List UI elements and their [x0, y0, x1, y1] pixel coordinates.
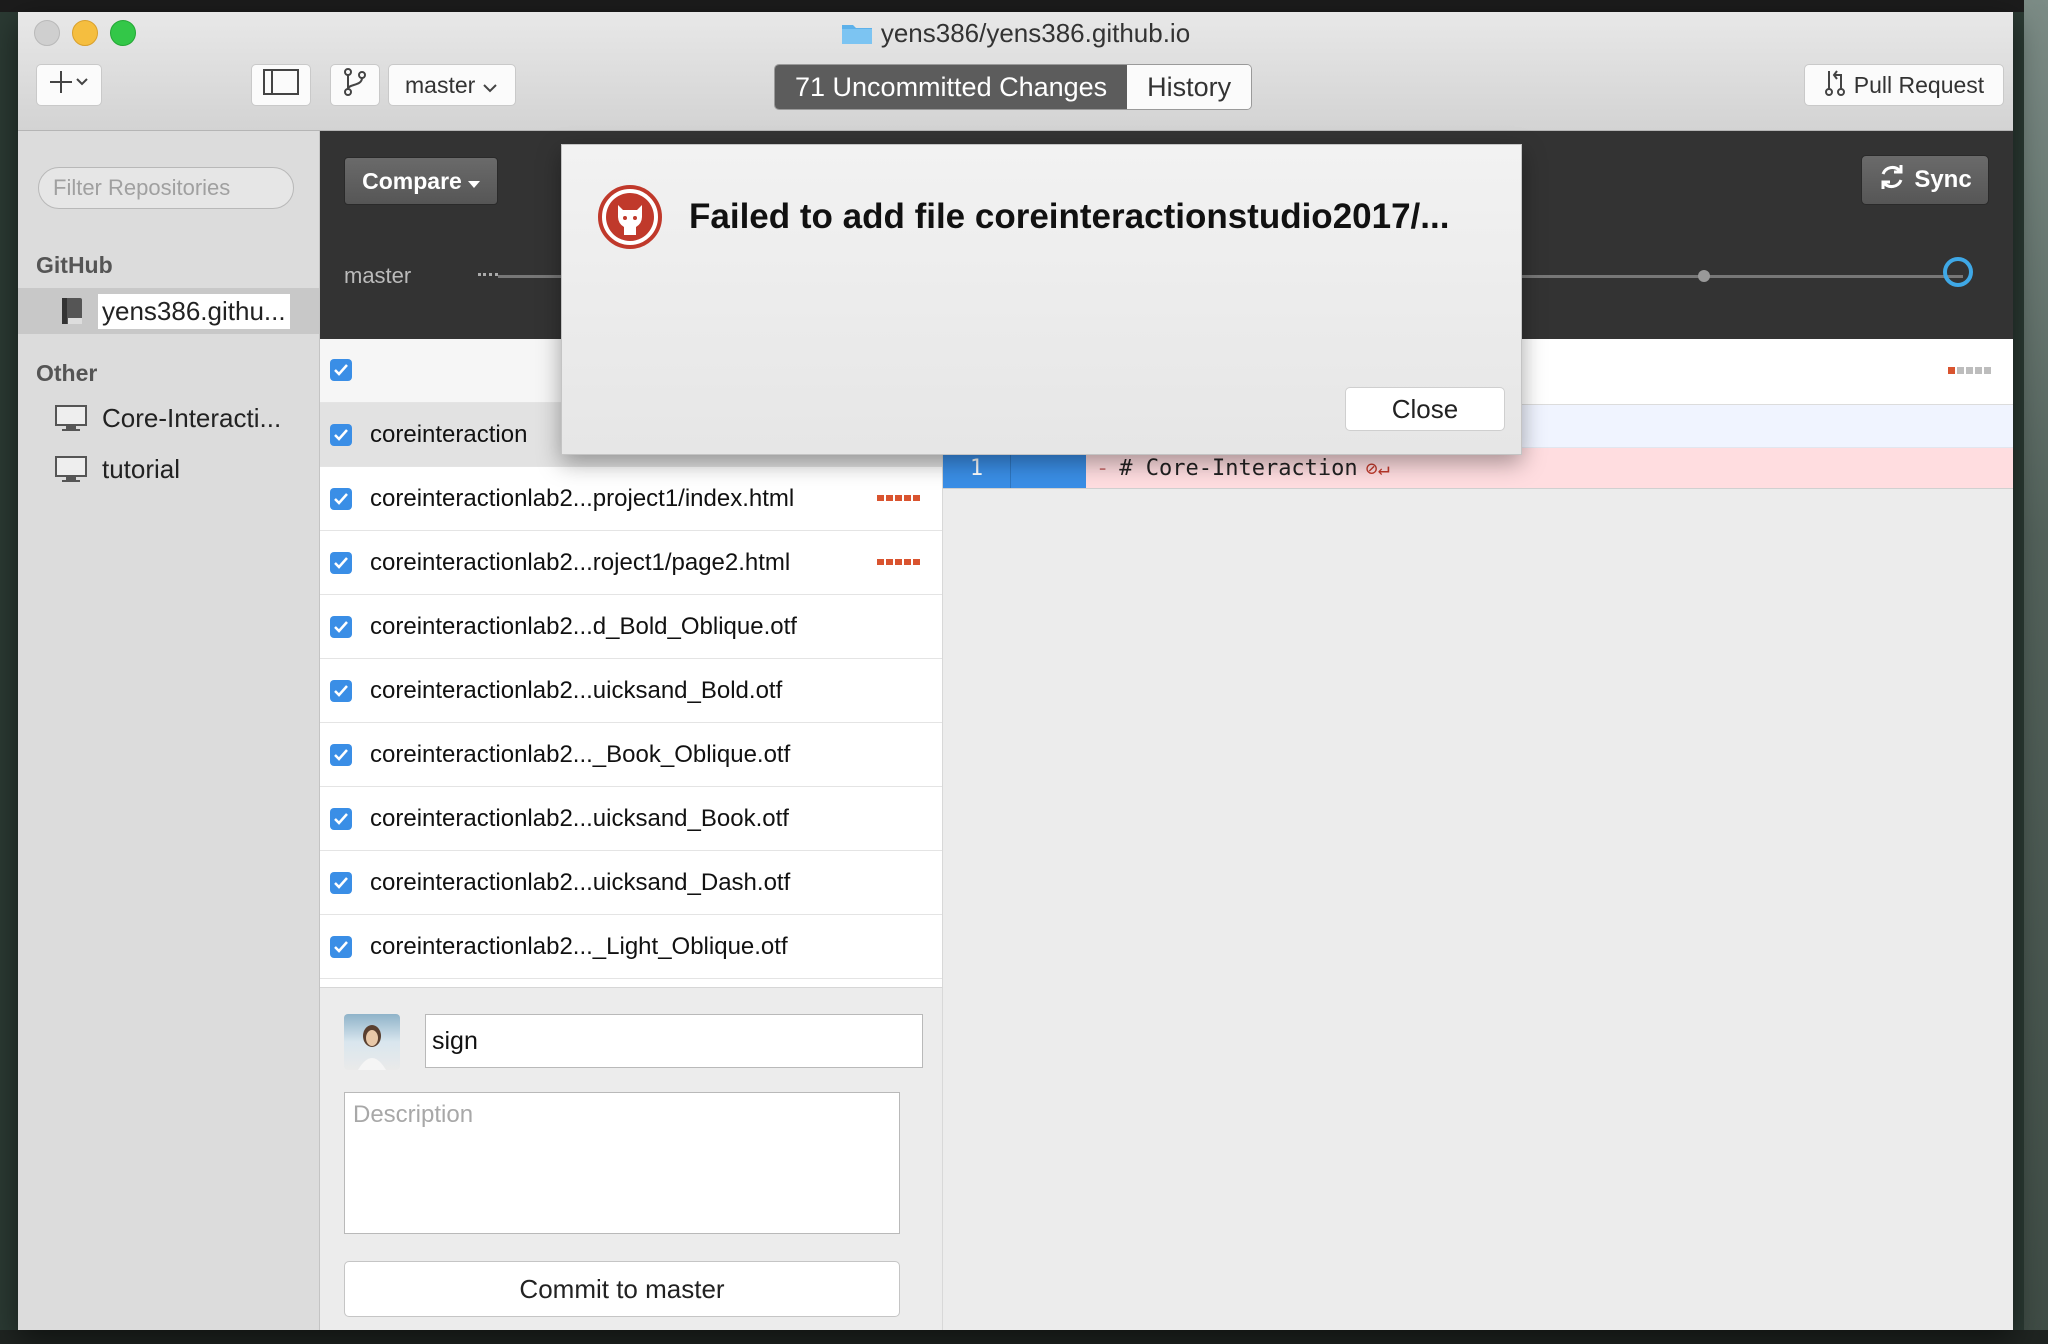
desktop-background: [2024, 0, 2048, 1344]
desktop-bottom-strip: [0, 1330, 2048, 1344]
file-name: coreinteractionlab2...uicksand_Dash.otf: [370, 868, 791, 896]
branch-select[interactable]: master: [388, 64, 516, 106]
file-name: coreinteractionlab2...uicksand_Book.otf: [370, 804, 789, 832]
file-checkbox[interactable]: [330, 423, 352, 446]
sync-icon: [1878, 163, 1906, 198]
commit-description-input[interactable]: Description: [344, 1092, 900, 1234]
error-dialog: Failed to add file coreinteractionstudio…: [561, 144, 1522, 455]
app-window: yens386/yens386.github.io master 71 Unco…: [18, 12, 2013, 1330]
folder-icon: [841, 19, 873, 44]
avatar: [344, 1014, 400, 1070]
pull-request-button[interactable]: Pull Request: [1804, 64, 2004, 106]
file-name: coreinteractionlab2...roject1/page2.html: [370, 548, 791, 576]
diff-code-text: # Core-Interaction: [1119, 455, 1358, 481]
sync-button[interactable]: Sync: [1861, 155, 1989, 205]
timeline-branch-label: master: [344, 263, 412, 288]
file-checkbox[interactable]: [330, 487, 352, 510]
view-tabs: 71 Uncommitted Changes History: [774, 64, 1253, 110]
commit-panel: sign Description Commit to master: [320, 987, 943, 1330]
file-checkbox[interactable]: [330, 551, 352, 574]
branch-button[interactable]: [330, 64, 380, 106]
toggle-sidebar-button[interactable]: [251, 64, 311, 106]
select-all-checkbox[interactable]: [330, 359, 352, 381]
add-button[interactable]: [36, 64, 102, 106]
diff-code: - # Core-Interaction ⊘↵: [1086, 456, 1390, 481]
minus-icon: -: [1096, 455, 1110, 481]
commit-button[interactable]: Commit to master: [344, 1261, 900, 1317]
file-name: coreinteractionlab2...project1/index.htm…: [370, 484, 795, 512]
file-name: coreinteractionlab2..._Light_Oblique.otf: [370, 932, 788, 960]
file-row[interactable]: coreinteractionlab2...roject1/page2.html: [320, 531, 942, 595]
window-title-area: yens386/yens386.github.io: [18, 16, 2013, 50]
titlebar: yens386/yens386.github.io master 71 Unco…: [18, 12, 2013, 131]
sidebar-item-core-interaction[interactable]: Core-Interacti...: [18, 395, 319, 441]
desktop-top-strip: [0, 0, 2048, 12]
pull-request-icon: [1824, 67, 1846, 103]
sidebar-item-tutorial[interactable]: tutorial: [18, 446, 319, 492]
sync-label: Sync: [1914, 166, 1972, 193]
dialog-title: Failed to add file coreinteractionstudio…: [689, 197, 1450, 236]
filter-repositories-input[interactable]: Filter Repositories: [38, 167, 294, 209]
diff-end-divider: [943, 488, 2013, 499]
monitor-icon: [54, 403, 88, 433]
file-checkbox[interactable]: [330, 743, 352, 766]
file-row[interactable]: coreinteractionlab2..._Book_Oblique.otf: [320, 723, 942, 787]
tab-history[interactable]: History: [1127, 65, 1252, 109]
sidebar-header-other: Other: [36, 360, 98, 386]
tab-uncommitted-changes[interactable]: 71 Uncommitted Changes: [775, 65, 1128, 109]
diff-stat: [1946, 367, 1991, 374]
deletion-stat: [875, 559, 920, 565]
file-checkbox[interactable]: [330, 871, 352, 894]
file-name: coreinteractionlab2...d_Bold_Oblique.otf: [370, 612, 797, 640]
repo-book-icon: [54, 296, 88, 326]
repository-sidebar: Filter Repositories GitHub yens386.githu…: [18, 131, 320, 1330]
close-button[interactable]: Close: [1345, 387, 1505, 431]
compare-label: Compare: [362, 167, 462, 194]
branch-icon: [342, 67, 368, 103]
no-newline-icon: ⊘↵: [1365, 456, 1390, 480]
sidebar-item-label: Core-Interacti...: [102, 402, 282, 433]
timeline-commit-dot[interactable]: [1698, 270, 1710, 282]
file-checkbox[interactable]: [330, 935, 352, 958]
file-row[interactable]: coreinteractionlab2...uicksand_Book.otf: [320, 787, 942, 851]
file-row[interactable]: coreinteractionlab2..._Light_Oblique.otf: [320, 915, 942, 979]
monitor-icon: [54, 454, 88, 484]
chevron-down-icon: [483, 72, 498, 99]
file-checkbox[interactable]: [330, 679, 352, 702]
github-octocat-icon: [598, 185, 662, 249]
branch-select-label: master: [405, 71, 476, 98]
file-name: coreinteraction: [370, 420, 528, 448]
pull-request-label: Pull Request: [1853, 71, 1985, 98]
file-checkbox[interactable]: [330, 807, 352, 830]
window-title: yens386/yens386.github.io: [880, 18, 1191, 48]
file-row[interactable]: coreinteractionlab2...d_Bold_Oblique.otf: [320, 595, 942, 659]
timeline-current-ring[interactable]: [1943, 257, 1973, 287]
compare-button[interactable]: Compare: [344, 157, 498, 205]
deletion-stat: [875, 495, 920, 501]
file-row[interactable]: coreinteractionlab2...project1/index.htm…: [320, 467, 942, 531]
plus-icon: [49, 69, 89, 101]
caret-down-icon: [467, 168, 480, 195]
file-name: coreinteractionlab2...uicksand_Bold.otf: [370, 676, 783, 704]
sidebar-item-yens386[interactable]: yens386.githu...: [18, 288, 319, 334]
timeline-start-dots: [478, 273, 498, 280]
file-row[interactable]: coreinteractionlab2...uicksand_Dash.otf: [320, 851, 942, 915]
sidebar-icon: [263, 69, 299, 101]
file-name: coreinteractionlab2..._Book_Oblique.otf: [370, 740, 791, 768]
diff-view: 1 - # Core-Interaction ⊘↵: [943, 339, 2013, 1330]
sidebar-item-label: yens386.githu...: [98, 293, 290, 329]
file-row[interactable]: coreinteractionlab2...uicksand_Bold.otf: [320, 659, 942, 723]
file-checkbox[interactable]: [330, 615, 352, 638]
sidebar-header-github: GitHub: [36, 252, 113, 278]
commit-summary-input[interactable]: sign: [425, 1014, 923, 1068]
sidebar-item-label: tutorial: [102, 453, 181, 484]
